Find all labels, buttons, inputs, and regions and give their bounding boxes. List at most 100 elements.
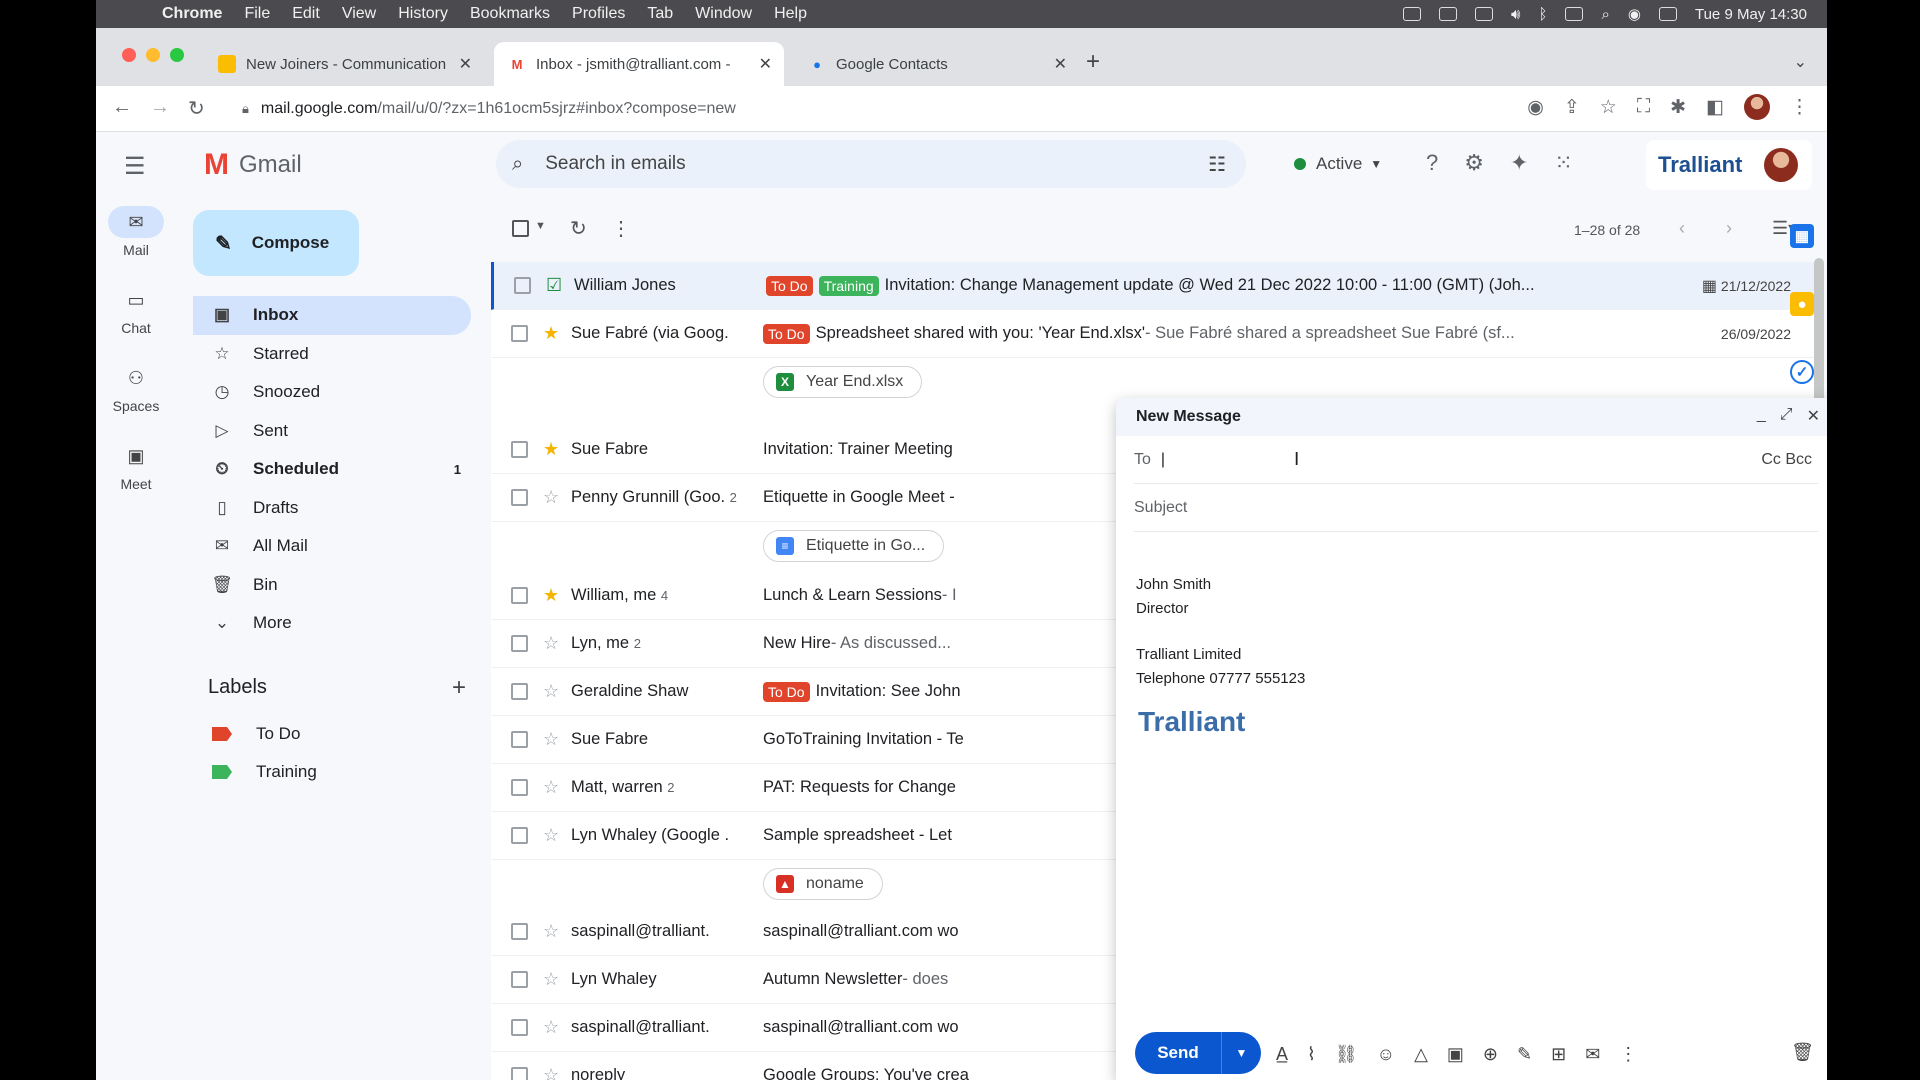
row-checkbox[interactable] (511, 971, 528, 988)
search-icon[interactable]: ⌕ (512, 153, 523, 176)
gemini-icon[interactable]: ✦ (1510, 150, 1528, 176)
menu-help[interactable]: Help (774, 5, 807, 23)
more-actions-icon[interactable]: ⋮ (611, 216, 631, 241)
link-icon[interactable]: ⛓︎ (1335, 1044, 1358, 1065)
status-app-icon-3[interactable] (1475, 7, 1494, 21)
keep-icon[interactable]: ● (1790, 292, 1814, 316)
row-checkbox[interactable] (511, 683, 528, 700)
help-icon[interactable]: ? (1426, 150, 1438, 176)
menu-app[interactable]: Chrome (162, 5, 222, 23)
forward-button[interactable]: → (150, 96, 170, 119)
row-checkbox[interactable] (511, 635, 528, 652)
minimize-window-button[interactable] (146, 48, 160, 62)
tab-new-joiners[interactable]: New Joiners - Communication ✕ (204, 42, 484, 86)
row-checkbox[interactable] (511, 731, 528, 748)
menu-window[interactable]: Window (695, 5, 752, 23)
template-icon[interactable]: ✉ (1585, 1044, 1600, 1065)
compose-button[interactable]: ✎ Compose (193, 210, 359, 276)
row-checkbox[interactable] (511, 779, 528, 796)
row-checkbox[interactable] (511, 489, 528, 506)
close-window-button[interactable] (122, 48, 136, 62)
attach-icon[interactable]: ⌇ (1307, 1044, 1316, 1065)
table-row[interactable]: ☑ William Jones To Do Training Invitation: … (491, 262, 1821, 310)
discard-draft-icon[interactable]: 🗑︎ (1791, 1042, 1814, 1063)
menu-edit[interactable]: Edit (292, 5, 320, 23)
row-checkbox[interactable] (511, 1067, 528, 1080)
signature-icon[interactable]: ✎ (1517, 1044, 1532, 1065)
siri-icon[interactable]: ◉ (1628, 5, 1641, 23)
control-center-icon[interactable] (1658, 7, 1677, 21)
star-icon[interactable]: ☆ (543, 681, 559, 702)
nav-more[interactable]: ⌄ More (193, 604, 471, 643)
rail-chat[interactable]: ▭ Chat (96, 274, 176, 352)
nav-inbox[interactable]: ▣ Inbox (193, 296, 471, 335)
star-icon[interactable]: ☆ (543, 487, 559, 508)
eye-icon[interactable]: ◉ (1527, 96, 1544, 119)
nav-scheduled[interactable]: ⏲ Scheduled 1 (193, 450, 471, 489)
select-dropdown-icon[interactable]: ▼ (535, 220, 546, 232)
gmail-logo[interactable]: M Gmail (204, 148, 302, 182)
nav-all-mail[interactable]: ✉ All Mail (193, 527, 471, 566)
tab-inbox[interactable]: M Inbox - jsmith@tralliant.com - ✕ (494, 42, 784, 86)
nav-bin[interactable]: 🗑︎ Bin (193, 566, 471, 605)
calendar-event-icon[interactable]: ▦ (1702, 276, 1717, 296)
settings-gear-icon[interactable]: ⚙ (1464, 150, 1484, 176)
label-chip[interactable]: To Do (763, 323, 810, 344)
subject-field[interactable]: Subject (1134, 484, 1818, 532)
menu-view[interactable]: View (342, 5, 376, 23)
row-checkbox[interactable] (511, 1019, 528, 1036)
add-label-icon[interactable]: + (452, 674, 466, 702)
star-icon[interactable]: ☆ (543, 1017, 559, 1038)
menu-profiles[interactable]: Profiles (572, 5, 625, 23)
schedule-send-dropdown-icon[interactable]: ▼ (1221, 1032, 1261, 1074)
label-to-do[interactable]: To Do (212, 724, 300, 744)
account-brand[interactable]: Tralliant (1646, 140, 1812, 190)
row-checkbox[interactable] (511, 325, 528, 342)
close-tab-icon[interactable]: ✕ (459, 54, 472, 74)
status-app-icon-2[interactable] (1439, 7, 1458, 21)
nav-starred[interactable]: ☆ Starred (193, 335, 471, 374)
rail-meet[interactable]: ▣ Meet (96, 430, 176, 508)
reload-button[interactable]: ↻ (188, 96, 205, 121)
star-icon[interactable]: ★ (543, 439, 559, 460)
star-icon[interactable]: ☆ (543, 969, 559, 990)
confidential-icon[interactable]: ⊕ (1483, 1044, 1498, 1065)
battery-icon[interactable] (1565, 7, 1584, 21)
lock-icon[interactable]: 🔒︎ (242, 101, 249, 117)
account-avatar[interactable] (1764, 148, 1799, 182)
message-body[interactable]: John Smith Director Tralliant Limited Te… (1116, 532, 1827, 1022)
row-checkbox[interactable] (511, 587, 528, 604)
row-checkbox[interactable] (514, 277, 531, 294)
spotlight-icon[interactable]: ⌕ (1601, 6, 1609, 23)
clock-text[interactable]: Tue 9 May 14:30 (1695, 6, 1807, 23)
drive-icon[interactable]: △ (1414, 1044, 1428, 1065)
compose-header[interactable]: New Message _ ⤢ ✕ (1116, 398, 1827, 436)
attachment-chip[interactable]: ≡ Etiquette in Go... (763, 530, 945, 562)
star-icon[interactable]: ☆ (543, 729, 559, 750)
apps-grid-icon[interactable]: ⁙ (1554, 150, 1572, 176)
row-checkbox[interactable] (511, 923, 528, 940)
nav-snoozed[interactable]: ◷ Snoozed (193, 373, 471, 412)
chrome-menu-icon[interactable]: ⋮ (1790, 96, 1809, 119)
menu-file[interactable]: File (244, 5, 270, 23)
status-app-icon[interactable] (1403, 7, 1422, 21)
subject-input[interactable]: Subject (1134, 499, 1187, 517)
label-chip[interactable]: To Do (763, 681, 810, 702)
close-tab-icon[interactable]: ✕ (1054, 54, 1067, 74)
rail-mail[interactable]: ✉ Mail (96, 196, 176, 274)
share-icon[interactable]: ⇪ (1564, 96, 1580, 119)
tab-google-contacts[interactable]: ● Google Contacts ✕ (794, 42, 1079, 86)
attachment-chip[interactable]: ▲ noname (763, 868, 883, 900)
menu-bookmarks[interactable]: Bookmarks (470, 5, 550, 23)
volume-icon[interactable]: 🔊︎ (1511, 6, 1520, 23)
zoom-window-button[interactable] (170, 48, 184, 62)
rail-spaces[interactable]: ⚇ Spaces (96, 352, 176, 430)
star-icon[interactable]: ☆ (543, 777, 559, 798)
next-page-icon[interactable]: › (1726, 218, 1732, 239)
star-icon[interactable]: ☆ (543, 633, 559, 654)
menu-tab[interactable]: Tab (647, 5, 673, 23)
photo-icon[interactable]: ▣ (1447, 1044, 1464, 1065)
extensions-icon[interactable]: ✱ (1670, 96, 1686, 119)
tasks-icon[interactable]: ✓ (1790, 360, 1814, 384)
close-icon[interactable]: ✕ (1807, 406, 1820, 426)
